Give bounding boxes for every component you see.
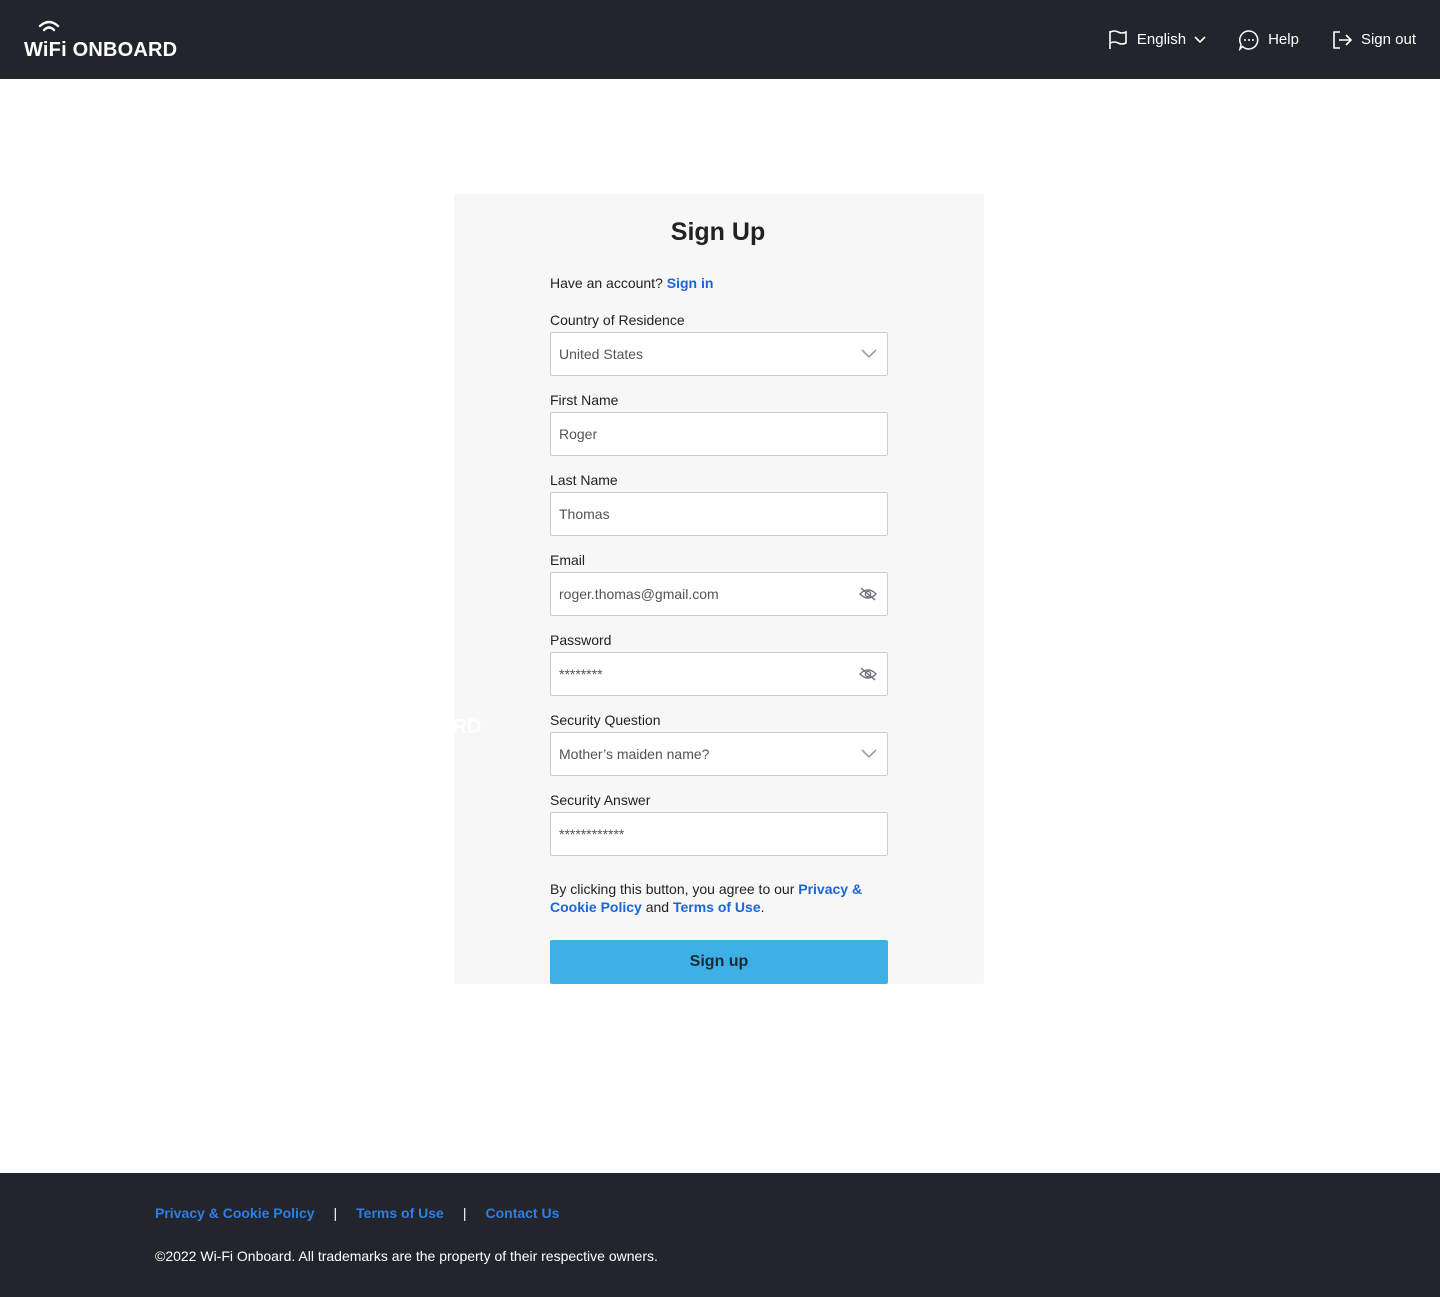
footer-privacy-link[interactable]: Privacy & Cookie Policy [155,1205,315,1221]
password-label: Password [550,632,612,648]
chevron-down-icon [1194,35,1206,43]
password-value: ******** [559,666,603,682]
help-label: Help [1268,31,1299,48]
first-name-value: Roger [559,426,598,442]
security-answer-field[interactable]: ************ [550,812,888,856]
country-select[interactable]: United States [550,332,888,376]
terms-notice: By clicking this button, you agree to ou… [550,880,870,916]
ghost-logo-text: ONBOARD [452,716,482,738]
terms-prefix: By clicking this button, you agree to ou… [550,881,795,897]
help-link[interactable]: Help [1238,29,1299,51]
sign-in-link[interactable]: Sign in [667,275,714,291]
chevron-down-icon [861,349,879,359]
footer-separator: | [462,1205,467,1221]
signup-form: Have an account? Sign in Country of Resi… [550,270,888,984]
chevron-down-icon [861,749,879,759]
language-selector[interactable]: English [1107,29,1206,51]
password-field[interactable]: ******** [550,652,888,696]
language-label: English [1136,31,1187,48]
first-name-label: First Name [550,392,619,408]
country-value: United States [559,346,644,362]
terms-suffix: . [760,899,765,915]
email-field[interactable]: roger.thomas@gmail.com [550,572,888,616]
country-label: Country of Residence [550,312,685,328]
last-name-label: Last Name [550,472,618,488]
terms-and: and [645,899,670,915]
first-name-field[interactable]: Roger [550,412,888,456]
sign-out-label: Sign out [1360,31,1416,48]
sign-out-icon [1333,30,1353,49]
security-question-select[interactable]: Mother’s maiden name? [550,732,888,776]
footer: Privacy & Cookie Policy | Terms of Use |… [0,1173,1440,1297]
have-account-text: Have an account? [550,275,663,291]
wifi-onboard-logo[interactable]: WiFi ONBOARD [24,20,178,61]
footer-contact-link[interactable]: Contact Us [485,1205,559,1221]
page-title: Sign Up [670,218,766,246]
eye-off-icon[interactable] [859,667,879,681]
flag-icon [1109,29,1127,49]
security-answer-label: Security Answer [550,792,651,808]
sign-out-link[interactable]: Sign out [1331,29,1416,51]
wifi-icon [38,20,60,31]
logo-text: WiFi ONBOARD [24,38,178,61]
copyright-text: ©2022 Wi-Fi Onboard. All trademarks are … [155,1248,658,1264]
have-account-line: Have an account? Sign in [550,270,888,296]
security-question-label: Security Question [550,712,661,728]
email-value: roger.thomas@gmail.com [559,586,719,602]
footer-terms-link[interactable]: Terms of Use [356,1205,444,1221]
email-label: Email [550,552,586,568]
eye-off-icon[interactable] [859,587,879,601]
security-answer-value: ************ [559,826,625,842]
header-nav: English Help Sign out [1107,29,1416,51]
footer-separator: | [333,1205,338,1221]
footer-links: Privacy & Cookie Policy | Terms of Use |… [155,1205,559,1221]
chat-bubble-icon [1238,29,1259,51]
security-question-value: Mother’s maiden name? [559,746,710,762]
top-navbar: WiFi ONBOARD English Help Sign out [0,0,1440,79]
last-name-field[interactable]: Thomas [550,492,888,536]
sign-up-button[interactable]: Sign up [550,940,888,984]
last-name-value: Thomas [559,506,610,522]
terms-of-use-link[interactable]: Terms of Use [673,899,761,915]
